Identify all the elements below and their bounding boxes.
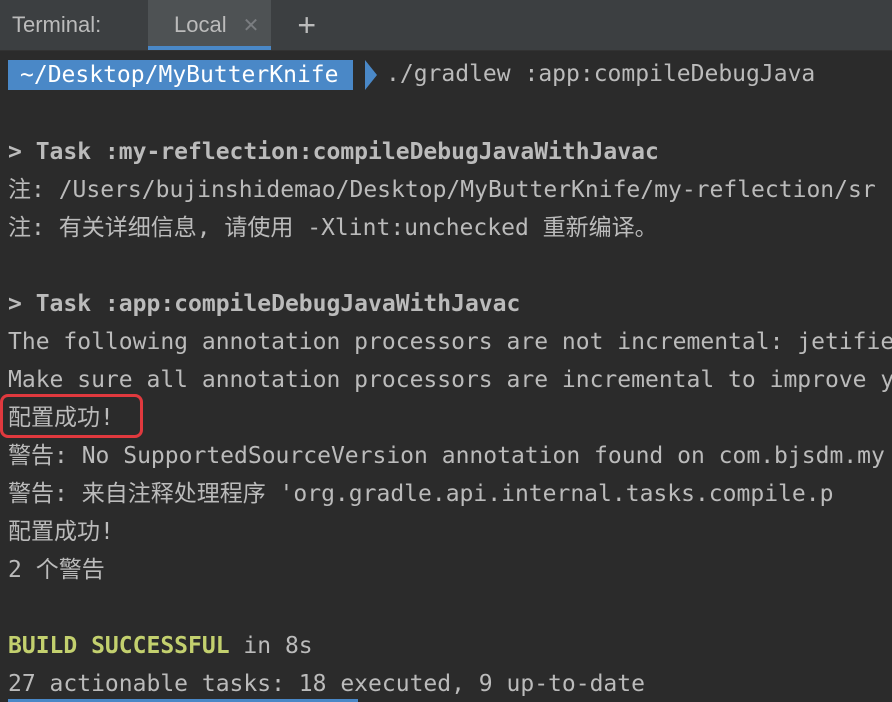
build-time: in 8s (229, 633, 313, 659)
terminal-output[interactable]: ~/Desktop/MyButterKnife ./gradlew :app:c… (0, 51, 892, 702)
warning-line-1: 警告: No SupportedSourceVersion annotation… (8, 443, 885, 469)
build-status: BUILD SUCCESSFUL (8, 633, 230, 659)
tab-local[interactable]: Local ✕ (148, 0, 272, 50)
warning-line-2: 警告: 来自注释处理程序 'org.gradle.api.internal.ta… (8, 481, 834, 507)
tab-local-label: Local (174, 12, 227, 37)
add-tab-icon[interactable]: + (297, 9, 316, 41)
close-icon[interactable]: ✕ (243, 13, 260, 38)
prompt-command: ./gradlew :app:compileDebugJava (386, 61, 816, 87)
terminal-tabbar: Terminal: Local ✕ + (0, 0, 892, 51)
prompt-path: ~/Desktop/MyButterKnife (8, 60, 353, 90)
terminal-title: Terminal: (12, 12, 102, 37)
note-line-2: 注: 有关详细信息, 请使用 -Xlint:unchecked 重新编译。 (8, 215, 658, 241)
build-result-line: BUILD SUCCESSFUL in 8s (8, 627, 313, 665)
task-line-app: > Task :app:compileDebugJavaWithJavac (8, 291, 521, 317)
config-success-line-2: 配置成功! (8, 519, 114, 545)
highlight-annotation (0, 394, 143, 438)
task-line-reflection: > Task :my-reflection:compileDebugJavaWi… (8, 139, 659, 165)
prompt-arrow-icon (365, 60, 377, 90)
tasks-summary-line: 27 actionable tasks: 18 executed, 9 up-t… (8, 671, 645, 697)
note-line-1: 注: /Users/bujinshidemao/Desktop/MyButter… (8, 177, 876, 203)
processors-line-2: Make sure all annotation processors are … (8, 367, 892, 393)
terminal-window: Terminal: Local ✕ + ~/Desktop/MyButterKn… (0, 0, 892, 702)
processors-line-1: The following annotation processors are … (8, 329, 892, 355)
warning-count-line: 2 个警告 (8, 557, 105, 583)
